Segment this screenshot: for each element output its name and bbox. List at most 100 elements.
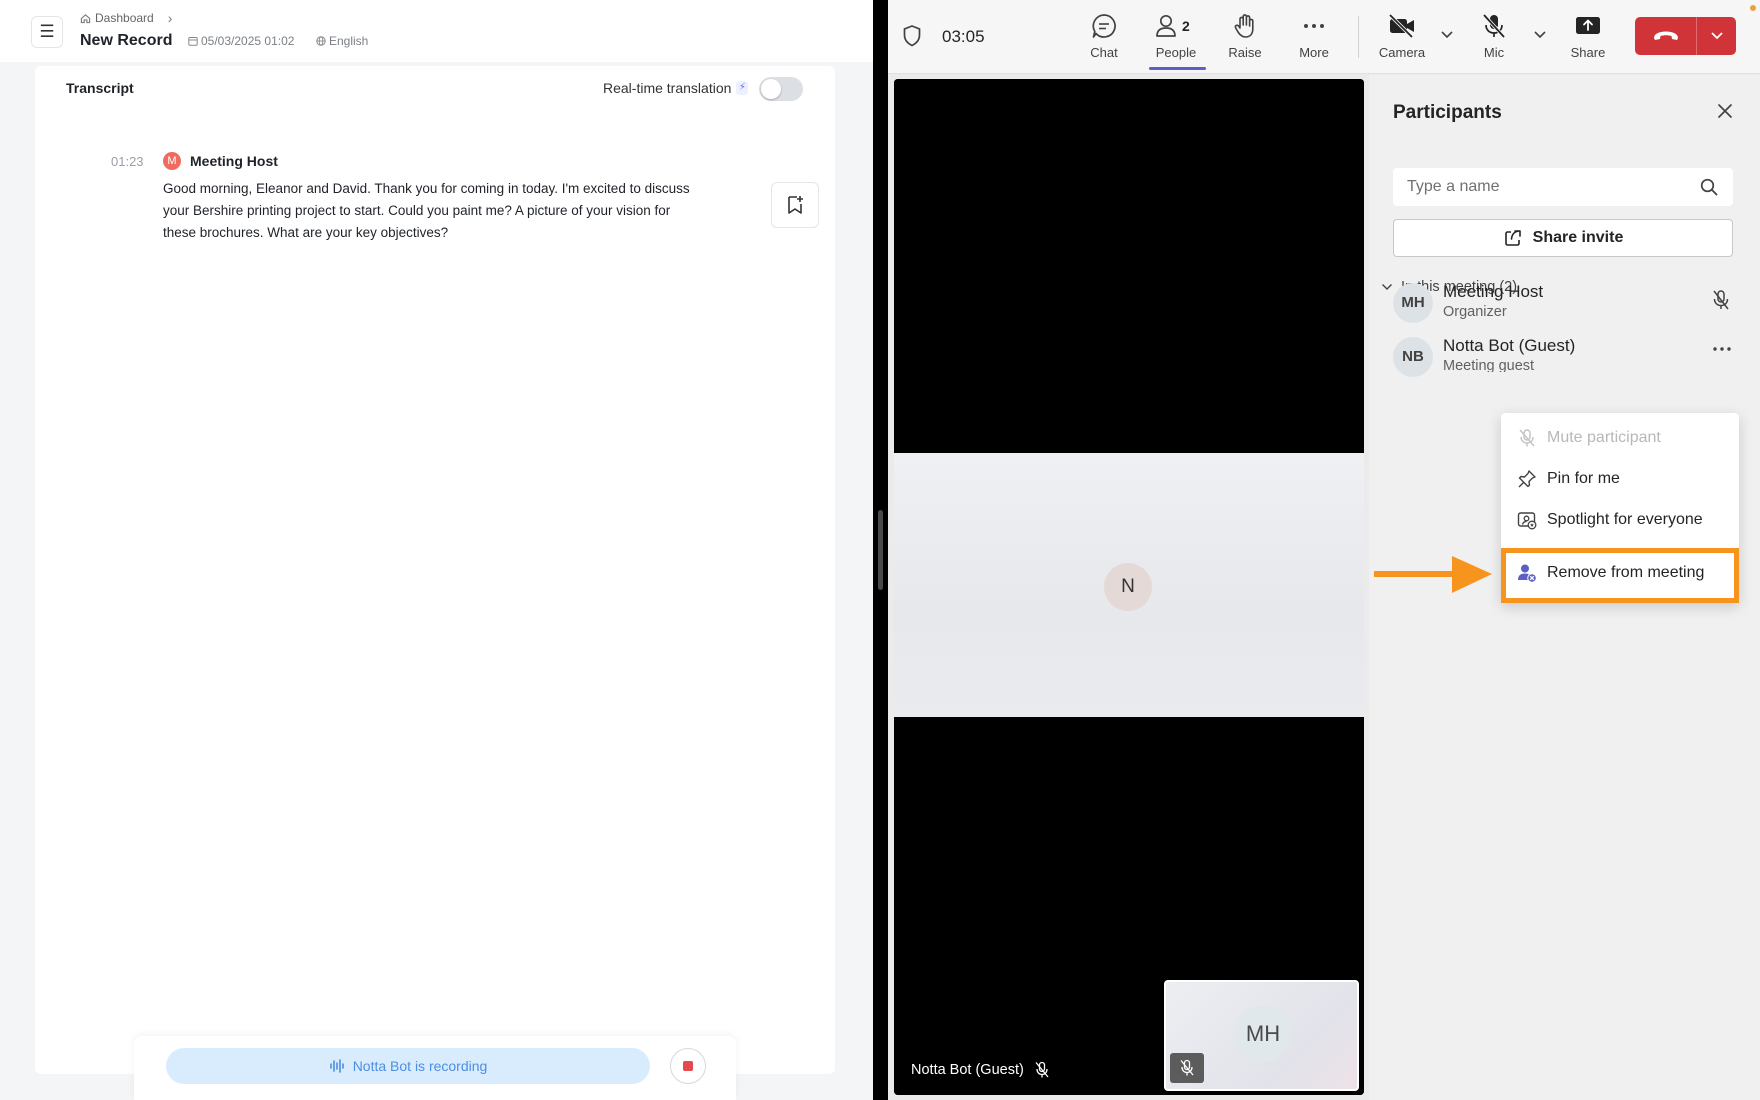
notification-dot (1750, 5, 1756, 11)
leave-button[interactable] (1635, 17, 1736, 55)
segment-text[interactable]: Good morning, Eleanor and David. Thank y… (163, 178, 703, 244)
people-active-indicator (1149, 67, 1206, 70)
more-icon (1304, 24, 1324, 28)
transcript-card: Transcript Real-time translation ⚡ 01:23… (35, 66, 835, 1074)
participant-search-input[interactable] (1407, 178, 1699, 196)
share-invite-icon (1504, 230, 1521, 246)
raise-hand-button[interactable]: Raise (1213, 12, 1277, 60)
realtime-translation-toggle[interactable] (759, 77, 803, 101)
participant-name: Notta Bot (Guest) (1443, 336, 1576, 355)
record-title[interactable]: New Record (80, 32, 172, 50)
meeting-toolbar: 03:05 Chat 2 People Raise More Camera Mi… (888, 0, 1760, 74)
pin-icon (1517, 469, 1537, 489)
camera-button[interactable]: Camera (1370, 12, 1434, 60)
share-label: Share (1570, 45, 1606, 60)
camera-label: Camera (1378, 45, 1426, 60)
record-language-text: English (329, 34, 369, 48)
participant-row[interactable]: MH Meeting Host Organizer (1393, 279, 1743, 325)
stop-recording-button[interactable] (670, 1048, 706, 1084)
mic-off-icon (1713, 290, 1729, 310)
spotlight-label: Spotlight for everyone (1547, 511, 1703, 528)
share-invite-button[interactable]: Share invite (1393, 219, 1733, 257)
share-screen-icon (1576, 17, 1600, 34)
segment-timestamp[interactable]: 01:23 (111, 154, 144, 169)
more-label: More (1299, 45, 1329, 60)
add-bookmark-button[interactable] (771, 182, 819, 228)
people-icon (1156, 14, 1176, 37)
participant-role: Organizer (1443, 304, 1507, 320)
recording-bar: Notta Bot is recording (134, 1036, 736, 1100)
record-date: 05/03/2025 01:02 (188, 34, 294, 48)
guest-name-text: Notta Bot (Guest) (911, 1062, 1024, 1078)
participant-avatar: N (1104, 563, 1152, 611)
mic-off-icon (1482, 13, 1506, 39)
share-invite-label: Share invite (1532, 229, 1624, 246)
globe-icon (316, 36, 326, 46)
breadcrumb[interactable]: Dashboard › (80, 10, 172, 26)
camera-options-chevron-icon[interactable] (1440, 30, 1454, 40)
raise-label: Raise (1228, 45, 1262, 60)
split-resize-handle[interactable] (878, 510, 883, 590)
chat-button[interactable]: Chat (1072, 12, 1136, 60)
waveform-icon (329, 1059, 344, 1073)
search-icon (1700, 178, 1718, 196)
menu-icon: ☰ (39, 22, 55, 41)
mic-off-icon (1517, 428, 1537, 448)
self-avatar: MH (1235, 1006, 1291, 1062)
mute-participant-menu-item[interactable]: Mute participant (1501, 418, 1739, 458)
home-icon (80, 13, 91, 23)
shield-icon[interactable] (902, 24, 922, 48)
split-divider[interactable] (873, 0, 888, 1100)
record-language[interactable]: English (316, 34, 368, 48)
close-icon[interactable] (1713, 99, 1737, 123)
transcript-heading: Transcript (66, 80, 134, 96)
speaker-avatar: M (163, 152, 181, 170)
chat-icon (1092, 14, 1116, 38)
participant-search[interactable] (1393, 168, 1733, 206)
mute-participant-label: Mute participant (1547, 429, 1661, 446)
participant-role: Meeting guest (1443, 358, 1535, 372)
hang-up-icon (1653, 31, 1678, 40)
video-tile-top[interactable] (894, 79, 1364, 453)
meeting-timer: 03:05 (942, 27, 985, 46)
hamburger-menu-button[interactable]: ☰ (31, 16, 63, 48)
participant-row[interactable]: NB Notta Bot (Guest) Meeting guest (1393, 333, 1743, 379)
mic-off-icon (1180, 1059, 1194, 1076)
spotlight-icon (1517, 510, 1537, 530)
guest-name-tag: Notta Bot (Guest) (911, 1061, 1050, 1079)
participant-more-options-button[interactable] (1711, 339, 1733, 362)
mic-button[interactable]: Mic (1462, 12, 1526, 60)
pin-for-me-label: Pin for me (1547, 470, 1620, 487)
chat-label: Chat (1090, 45, 1118, 60)
breadcrumb-dashboard[interactable]: Dashboard (95, 11, 154, 25)
recording-status-pill: Notta Bot is recording (166, 1048, 650, 1084)
pin-for-me-menu-item[interactable]: Pin for me (1501, 459, 1739, 499)
participant-avatar: NB (1393, 337, 1433, 377)
video-tile-participant[interactable]: N (894, 453, 1364, 717)
leave-options-button[interactable] (1697, 31, 1736, 41)
stop-icon (683, 1061, 693, 1071)
self-video-tile[interactable]: MH (1164, 980, 1359, 1091)
more-icon (1713, 347, 1731, 351)
calendar-icon (188, 37, 198, 46)
notta-record-pane: ☰ Dashboard › New Record 05/03/2025 01:0… (0, 0, 873, 1100)
remove-option-highlight-box (1501, 548, 1739, 603)
chevron-right-icon: › (167, 10, 173, 26)
spotlight-menu-item[interactable]: Spotlight for everyone (1501, 500, 1739, 540)
participant-avatar: MH (1393, 283, 1433, 323)
mic-options-chevron-icon[interactable] (1533, 30, 1547, 40)
record-date-text: 05/03/2025 01:02 (201, 34, 295, 48)
bookmark-plus-icon (788, 196, 803, 214)
video-stage: N Notta Bot (Guest) MH (894, 79, 1364, 1095)
participant-name: Meeting Host (1443, 282, 1544, 301)
mic-off-icon (1035, 1061, 1049, 1078)
chevron-down-icon (1382, 284, 1392, 290)
recording-status-text: Notta Bot is recording (352, 1058, 488, 1074)
more-button[interactable]: More (1282, 12, 1346, 60)
people-button[interactable]: 2 People (1144, 12, 1208, 60)
leave-call-button[interactable] (1635, 29, 1696, 43)
toolbar-separator (1358, 16, 1359, 58)
people-label: People (1155, 45, 1197, 60)
share-button[interactable]: Share (1556, 12, 1620, 60)
speaker-name[interactable]: Meeting Host (190, 153, 278, 169)
